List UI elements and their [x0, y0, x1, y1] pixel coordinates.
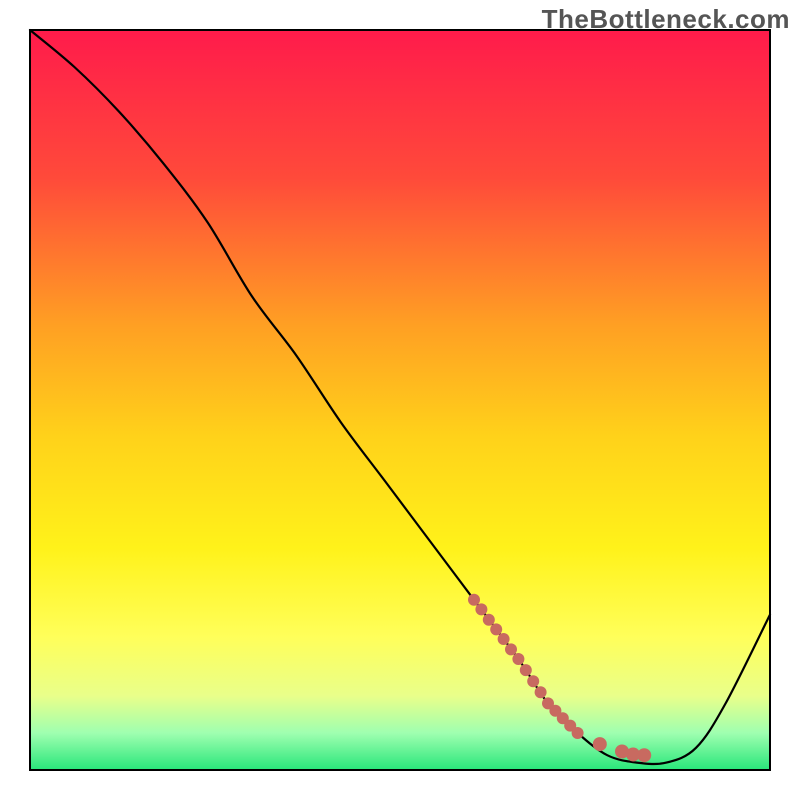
- highlight-dot: [637, 748, 651, 762]
- highlight-dot: [535, 686, 547, 698]
- chart-container: { "watermark": "TheBottleneck.com", "plo…: [0, 0, 800, 800]
- highlight-dot: [572, 727, 584, 739]
- plot-background: [30, 30, 770, 770]
- bottleneck-chart: [0, 0, 800, 800]
- highlight-dot: [505, 643, 517, 655]
- highlight-dot: [593, 737, 607, 751]
- highlight-dot: [498, 633, 510, 645]
- highlight-dot: [512, 653, 524, 665]
- highlight-dot: [527, 675, 539, 687]
- highlight-dot: [475, 603, 487, 615]
- highlight-dot: [483, 614, 495, 626]
- highlight-dot: [468, 594, 480, 606]
- highlight-dot: [520, 664, 532, 676]
- highlight-dot: [490, 623, 502, 635]
